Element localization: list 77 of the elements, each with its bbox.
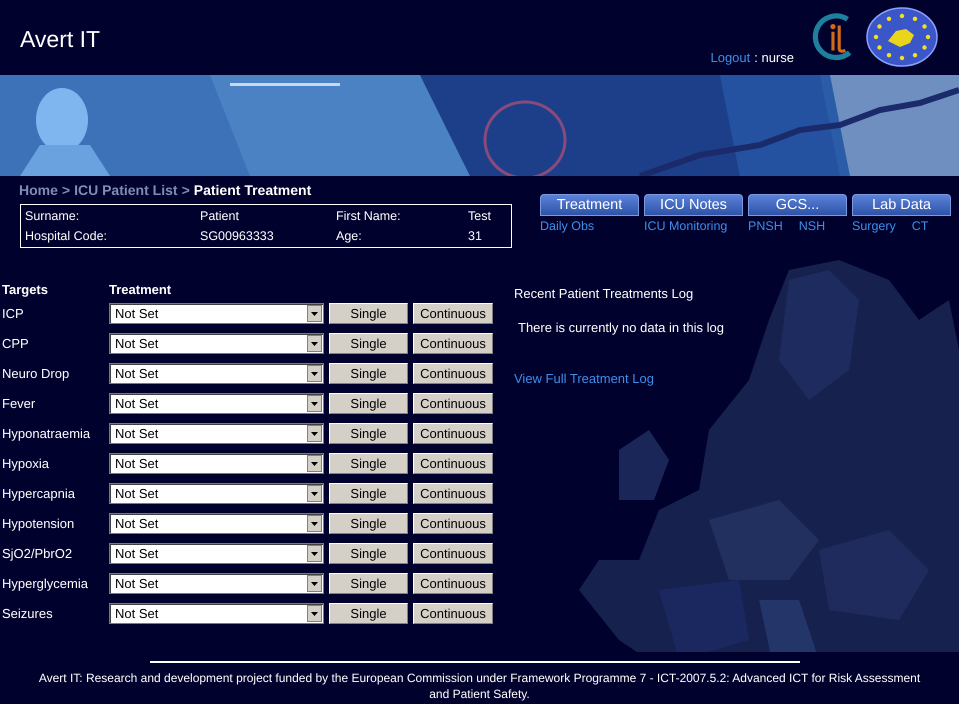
- mode-button[interactable]: Continuous: [413, 422, 493, 444]
- target-name: Seizures: [1, 606, 54, 620]
- treatment-dropdown[interactable]: Not Set: [109, 482, 324, 504]
- treatment-dropdown[interactable]: Not Set: [109, 302, 324, 324]
- field-value: 31: [468, 229, 483, 243]
- nav-link[interactable]: ICU Monitoring: [644, 219, 728, 233]
- view-log-link[interactable]: View Full Treatment Log: [514, 371, 724, 386]
- field-label: Hospital Code:: [25, 229, 108, 243]
- mode-button[interactable]: Continuous: [413, 452, 493, 474]
- nav-button[interactable]: ICU Notes: [644, 194, 743, 216]
- mode-button[interactable]: Continuous: [413, 362, 493, 384]
- field-label: Age:: [336, 229, 363, 243]
- footer-text: Avert IT: Research and development project funded by the European Commission under Framework Programme 7 - ICT-2007.5.2: Advanced ICT for Risk Assessment and Patient Safety.: [38, 670, 922, 702]
- breadcrumb-separator: >: [182, 182, 190, 198]
- mode-button[interactable]: Single: [329, 422, 408, 444]
- nav-link[interactable]: NSH: [798, 219, 826, 233]
- treatment-dropdown[interactable]: Not Set: [109, 362, 324, 384]
- field-value: Test: [468, 209, 492, 223]
- mode-button[interactable]: Continuous: [413, 572, 493, 594]
- user-label: : nurse: [754, 50, 794, 65]
- mode-button[interactable]: Continuous: [413, 602, 493, 624]
- breadcrumb-item[interactable]: Patient Treatment: [194, 182, 312, 198]
- breadcrumb-item[interactable]: Home: [19, 182, 58, 198]
- mode-button[interactable]: Continuous: [413, 392, 493, 414]
- nav-link[interactable]: CT: [912, 219, 928, 233]
- target-name: Fever: [1, 396, 36, 410]
- empty-log-message: There is currently no data in this log: [518, 320, 724, 335]
- mode-button[interactable]: Single: [329, 302, 408, 324]
- mode-button[interactable]: Continuous: [413, 332, 493, 354]
- target-name: Hyperglycemia: [1, 576, 89, 590]
- treatment-dropdown[interactable]: Not Set: [109, 602, 324, 624]
- column-header: Treatment: [109, 282, 172, 297]
- treatment-dropdown[interactable]: Not Set: [109, 542, 324, 564]
- mode-button[interactable]: Single: [329, 362, 408, 384]
- target-name: ICP: [1, 306, 25, 320]
- nav-link[interactable]: PNSH: [748, 219, 783, 233]
- nav-button[interactable]: Treatment: [540, 194, 639, 216]
- target-name: SjO2/PbrO2: [1, 546, 74, 560]
- nav-button[interactable]: Lab Data: [852, 194, 951, 216]
- treatment-dropdown[interactable]: Not Set: [109, 422, 324, 444]
- treatment-dropdown[interactable]: Not Set: [109, 512, 324, 534]
- mode-button[interactable]: Single: [329, 332, 408, 354]
- breadcrumb-separator: >: [62, 182, 70, 198]
- mode-button[interactable]: Continuous: [413, 302, 493, 324]
- mode-button[interactable]: Single: [329, 482, 408, 504]
- log-title: Recent Patient Treatments Log: [514, 286, 694, 301]
- mode-button[interactable]: Continuous: [413, 542, 493, 564]
- target-name: Hypercapnia: [1, 486, 76, 500]
- nav-button[interactable]: GCS...: [748, 194, 847, 216]
- treatment-dropdown[interactable]: Not Set: [109, 392, 324, 414]
- treatment-dropdown[interactable]: Not Set: [109, 572, 324, 594]
- mode-button[interactable]: Single: [329, 572, 408, 594]
- target-name: CPP: [1, 336, 30, 350]
- treatment-dropdown[interactable]: Not Set: [109, 332, 324, 354]
- mode-button[interactable]: Continuous: [413, 512, 493, 534]
- nav-link[interactable]: Daily Obs: [540, 219, 594, 233]
- eu-stars-logo-icon: [865, 7, 939, 67]
- mode-button[interactable]: Single: [329, 542, 408, 564]
- target-name: Hypotension: [1, 516, 76, 530]
- target-name: Hyponatraemia: [1, 426, 92, 440]
- mode-button[interactable]: Continuous: [413, 482, 493, 504]
- mode-button[interactable]: Single: [329, 602, 408, 624]
- mode-button[interactable]: Single: [329, 512, 408, 534]
- field-label: First Name:: [336, 209, 402, 223]
- column-header: Targets: [1, 282, 49, 297]
- target-name: Hypoxia: [1, 456, 50, 470]
- mode-button[interactable]: Single: [329, 452, 408, 474]
- logout-link[interactable]: Logout: [710, 50, 750, 65]
- breadcrumb-item[interactable]: ICU Patient List: [74, 182, 178, 198]
- field-value: Patient: [200, 209, 240, 223]
- treatment-dropdown[interactable]: Not Set: [109, 452, 324, 474]
- target-name: Neuro Drop: [1, 366, 70, 380]
- mode-button[interactable]: Single: [329, 392, 408, 414]
- field-label: Surname:: [25, 209, 80, 223]
- nav-link[interactable]: Surgery: [852, 219, 896, 233]
- field-value: SG00963333: [200, 229, 275, 243]
- app-title: Avert IT: [20, 26, 100, 53]
